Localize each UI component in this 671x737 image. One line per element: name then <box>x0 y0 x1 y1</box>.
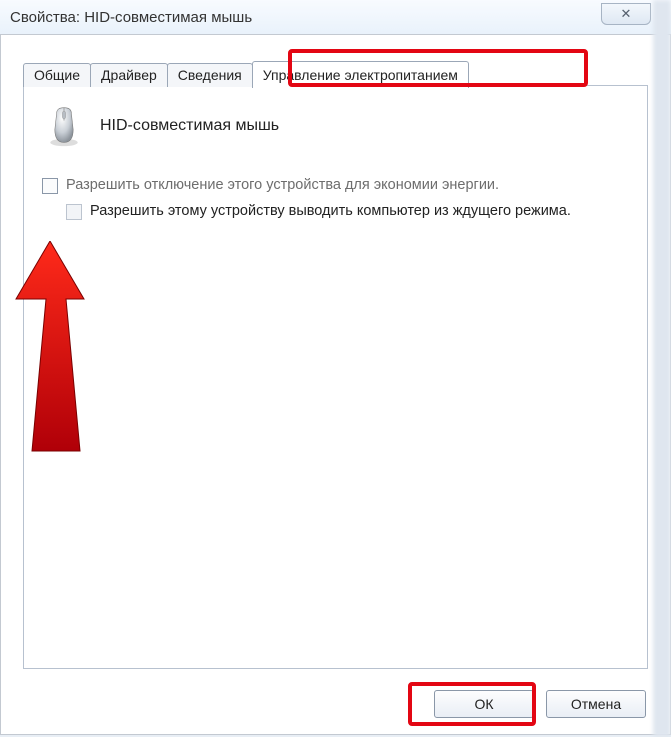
titlebar: Свойства: HID-совместимая мышь ✕ <box>0 0 671 35</box>
window-title: Свойства: HID-совместимая мышь <box>10 9 252 26</box>
ok-button[interactable]: ОК <box>434 690 534 718</box>
checkbox-allow-wake[interactable] <box>66 204 82 220</box>
tab-strip: Общие Драйвер Сведения Управление электр… <box>23 60 468 87</box>
dialog-body: Общие Драйвер Сведения Управление электр… <box>0 35 671 735</box>
cancel-button[interactable]: Отмена <box>546 690 646 718</box>
checkbox-allow-power-off-label: Разрешить отключение этого устройства дл… <box>66 176 499 196</box>
checkbox-allow-wake-label: Разрешить этому устройству выводить комп… <box>90 202 571 222</box>
tab-general[interactable]: Общие <box>23 63 91 87</box>
device-header: HID-совместимая мышь <box>42 104 629 148</box>
device-name: HID-совместимая мышь <box>100 117 279 135</box>
annotation-arrow-icon <box>0 241 114 461</box>
close-icon: ✕ <box>621 6 632 22</box>
tab-driver[interactable]: Драйвер <box>90 63 168 87</box>
tab-power-management[interactable]: Управление электропитанием <box>252 61 469 88</box>
mouse-icon <box>42 104 86 148</box>
checkbox-allow-power-off-row: Разрешить отключение этого устройства дл… <box>42 176 629 196</box>
checkbox-allow-wake-row: Разрешить этому устройству выводить комп… <box>42 202 629 222</box>
dialog-button-row: ОК Отмена <box>434 690 646 718</box>
checkbox-allow-power-off[interactable] <box>42 178 58 194</box>
close-button[interactable]: ✕ <box>601 3 651 25</box>
tab-panel-power: HID-совместимая мышь Разрешить отключени… <box>23 85 648 669</box>
tab-details[interactable]: Сведения <box>167 63 253 87</box>
background-blur <box>653 0 671 737</box>
